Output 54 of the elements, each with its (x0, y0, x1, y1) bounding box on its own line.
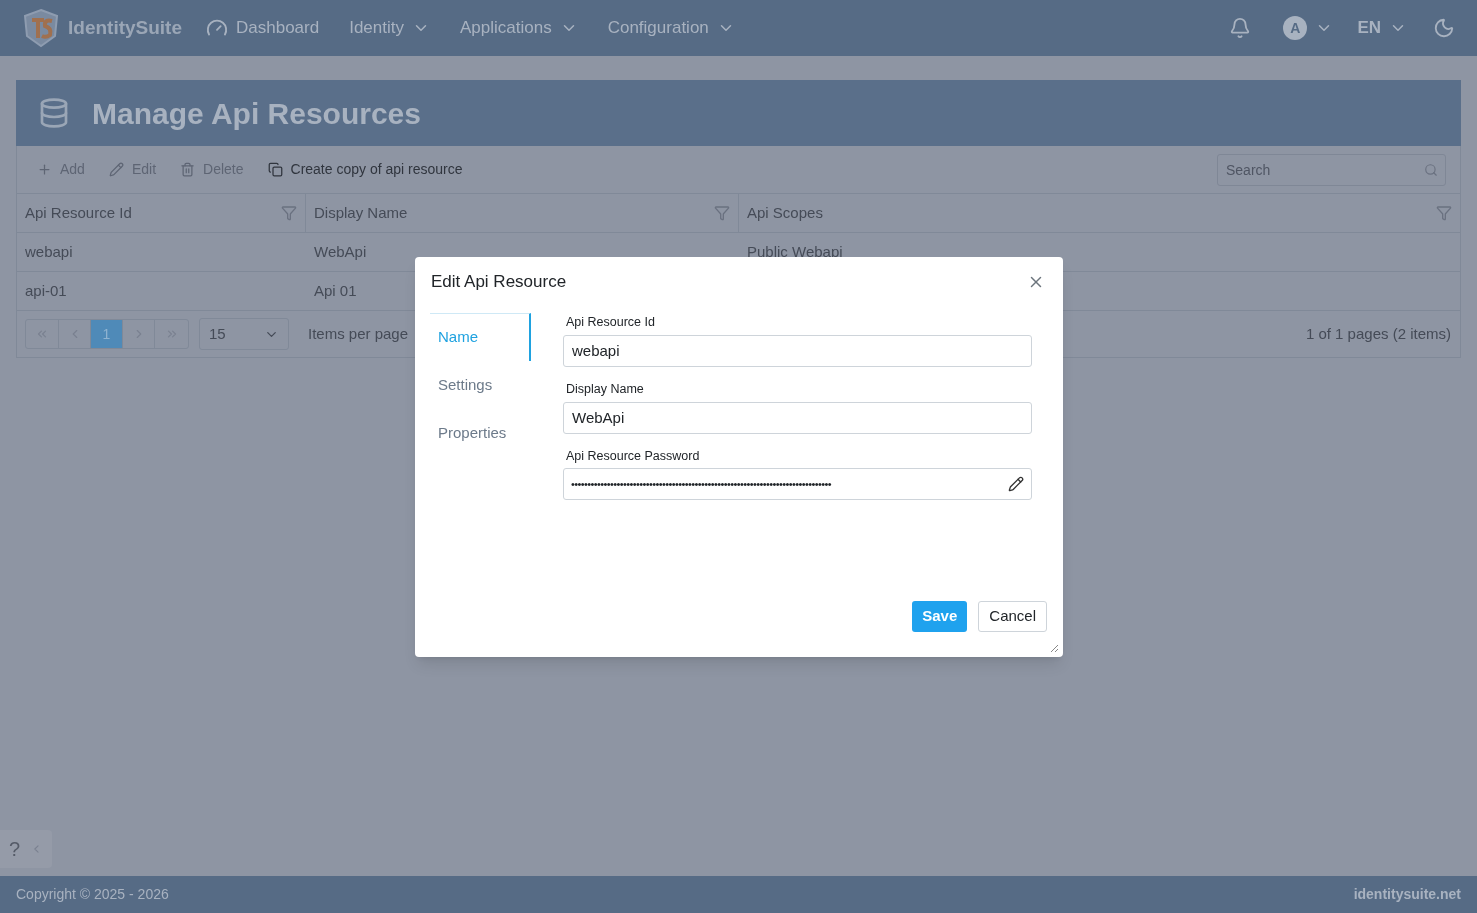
brand-name[interactable]: IdentitySuite (68, 13, 182, 43)
cancel-button[interactable]: Cancel (978, 601, 1047, 632)
page-title: Manage Api Resources (92, 95, 421, 132)
input-field[interactable]: webapi (563, 334, 1032, 367)
pencil-icon (108, 162, 124, 177)
help-widget[interactable]: ? (0, 830, 52, 868)
page-button[interactable]: 1 (91, 320, 123, 348)
toolbar-button[interactable]: Create copy of api resource (267, 159, 463, 180)
save-button[interactable]: Save (912, 601, 968, 632)
table-cell-text: api-01 (25, 280, 67, 301)
nav-item[interactable]: Identity (349, 15, 430, 41)
moon-icon[interactable] (1433, 17, 1455, 39)
avatar: A (1283, 16, 1308, 40)
dialog-title: Edit Api Resource (431, 271, 567, 294)
field-label: Api Resource Password (566, 447, 701, 465)
table-cell-text: WebApi (314, 241, 367, 262)
copyright-text: Copyright © 2025 - 2026 (16, 885, 169, 904)
nav-item[interactable]: Configuration (607, 15, 735, 41)
input-field[interactable]: WebApi (563, 401, 1032, 434)
plus-icon (37, 162, 52, 177)
filter-icon[interactable] (714, 205, 730, 221)
search-field[interactable]: Search (1217, 153, 1446, 186)
column-header[interactable]: Api Resource Id (17, 194, 306, 232)
avatar-menu[interactable]: A (1283, 16, 1334, 40)
field-label: Display Name (566, 380, 645, 398)
password-dots: •••••••••••••••••••••••••••••••••••••••••••••••••••••••••••••••••••••••••••••••• (571, 477, 833, 492)
column-header[interactable]: Display Name (306, 194, 739, 232)
shield-logo-icon (22, 8, 60, 48)
table-cell-text: Public Webapi (747, 241, 843, 262)
table-cell-text: webapi (25, 241, 73, 262)
notification-bell-icon[interactable] (1229, 17, 1252, 39)
database-icon (38, 97, 70, 129)
site-link[interactable]: identitysuite.net (1353, 884, 1461, 905)
trash-icon (180, 162, 196, 177)
filter-icon[interactable] (281, 205, 297, 221)
help-icon: ? (9, 834, 21, 864)
pencil-icon[interactable] (1008, 476, 1024, 493)
nav-item[interactable]: Applications (460, 15, 578, 41)
page-size-dropdown[interactable]: 15 (199, 318, 289, 350)
filter-icon[interactable] (1436, 205, 1452, 221)
dialog-tab[interactable]: Name (430, 313, 531, 361)
items-per-page-label: Items per page (308, 323, 409, 344)
field-label: Api Resource Id (566, 314, 656, 331)
table-cell-text: Api 01 (314, 280, 357, 301)
nav-item[interactable]: Dashboard (206, 15, 320, 41)
dialog-tab[interactable]: Settings (430, 361, 531, 409)
resize-grip-icon (1049, 643, 1059, 653)
dialog-tab[interactable]: Properties (430, 409, 531, 457)
pager-summary: 1 of 1 pages (2 items) (1305, 323, 1451, 344)
search-icon (1424, 162, 1438, 177)
password-field[interactable]: •••••••••••••••••••••••••••••••••••••••••••••••••••••••••••••••••••••••••••••••• (563, 468, 1032, 501)
column-header[interactable]: Api Scopes (739, 194, 1460, 232)
copy-icon (267, 162, 283, 177)
language-selector[interactable]: EN (1357, 15, 1407, 41)
